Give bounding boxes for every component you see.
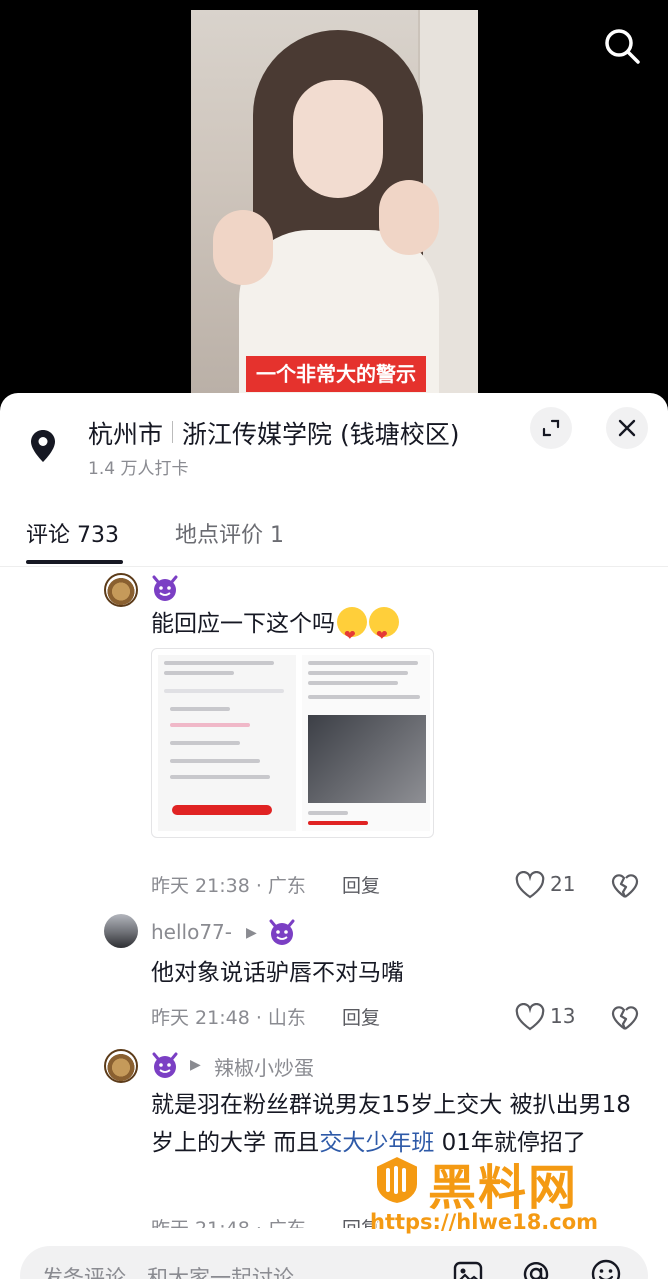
avatar[interactable] [104, 573, 138, 607]
broken-heart-icon[interactable] [611, 872, 639, 900]
watermark-brand: 黑料网 [428, 1160, 579, 1216]
location-header[interactable]: 杭州市 浙江传媒学院 (钱塘校区) 1.4 万人打卡 [0, 393, 668, 493]
tab-location-reviews[interactable]: 地点评价 1 [175, 517, 284, 549]
comment-input-placeholder: 发条评论，和大家一起讨论 [42, 1266, 294, 1279]
comment-author[interactable]: hello77- [151, 920, 232, 944]
tab-bar: 评论 733 地点评价 1 [0, 505, 668, 567]
comment-list[interactable]: 能回应一下这个吗❤❤ 昨天 21:38 · 广东 回复 21 hello77- … [0, 568, 668, 1228]
comment-sheet: 杭州市 浙江传媒学院 (钱塘校区) 1.4 万人打卡 评论 733 地点评价 1 [0, 393, 668, 1279]
play-triangle-icon: ▶ [246, 925, 257, 941]
broken-heart-icon[interactable] [611, 1004, 639, 1032]
mention-icon[interactable] [520, 1258, 552, 1279]
location-pin-icon [30, 429, 56, 463]
video-caption: 一个非常大的警示 [246, 356, 426, 392]
comment-text: 他对象说话驴唇不对马嘴 [151, 960, 404, 986]
location-place[interactable]: 浙江传媒学院 (钱塘校区) [182, 415, 459, 451]
close-button[interactable] [606, 407, 648, 449]
comment-text: 能回应一下这个吗 [151, 605, 641, 655]
watermark-logo-icon [375, 1154, 419, 1206]
comment-time: 昨天 21:38 · 广东 [151, 875, 306, 897]
comment-image[interactable] [151, 648, 434, 838]
video-frame [191, 10, 478, 405]
search-icon[interactable] [602, 26, 642, 66]
location-divider [172, 421, 173, 443]
avatar[interactable] [104, 1049, 138, 1083]
devil-emoji-icon [269, 919, 295, 945]
devil-emoji-icon [152, 1052, 178, 1078]
reply-button[interactable]: 回复 [342, 1003, 380, 1030]
comment-time: 昨天 21:48 · 广东 [151, 1214, 306, 1228]
close-icon [618, 419, 636, 437]
reply-to-author[interactable]: 辣椒小炒蛋 [214, 1052, 314, 1081]
heart-face-emoji-icon [369, 607, 399, 655]
devil-emoji-icon [152, 575, 178, 601]
comment-image-chat-screenshot [158, 655, 296, 831]
image-icon[interactable] [452, 1258, 484, 1279]
watermark-url: https://hlwe18.com [370, 1210, 599, 1234]
heart-outline-icon[interactable] [515, 1003, 545, 1031]
play-triangle-icon: ▶ [190, 1057, 201, 1073]
avatar[interactable] [104, 914, 138, 948]
tab-comments[interactable]: 评论 733 [26, 517, 119, 549]
like-count: 13 [550, 1004, 576, 1028]
location-checkins: 1.4 万人打卡 [88, 459, 189, 479]
video-person-hand-left [213, 210, 273, 285]
heart-outline-icon[interactable] [515, 871, 545, 899]
video-person-face [293, 80, 383, 198]
comment-time: 昨天 21:48 · 山东 [151, 1007, 306, 1029]
comment-image-text-screenshot [302, 655, 430, 831]
video-person-hand-right [379, 180, 439, 255]
expand-icon [542, 419, 560, 437]
heart-face-emoji-icon [337, 607, 367, 655]
tab-active-indicator [26, 560, 123, 564]
expand-button[interactable] [530, 407, 572, 449]
watermark: 黑料网 https://hlwe18.com [368, 1148, 658, 1238]
emoji-icon[interactable] [590, 1258, 622, 1279]
reply-button[interactable]: 回复 [342, 871, 380, 898]
comment-input[interactable]: 发条评论，和大家一起讨论 [20, 1246, 648, 1279]
video-player[interactable]: 一个非常大的警示 [0, 0, 668, 420]
like-count: 21 [550, 872, 576, 896]
location-city: 杭州市 [88, 420, 164, 449]
